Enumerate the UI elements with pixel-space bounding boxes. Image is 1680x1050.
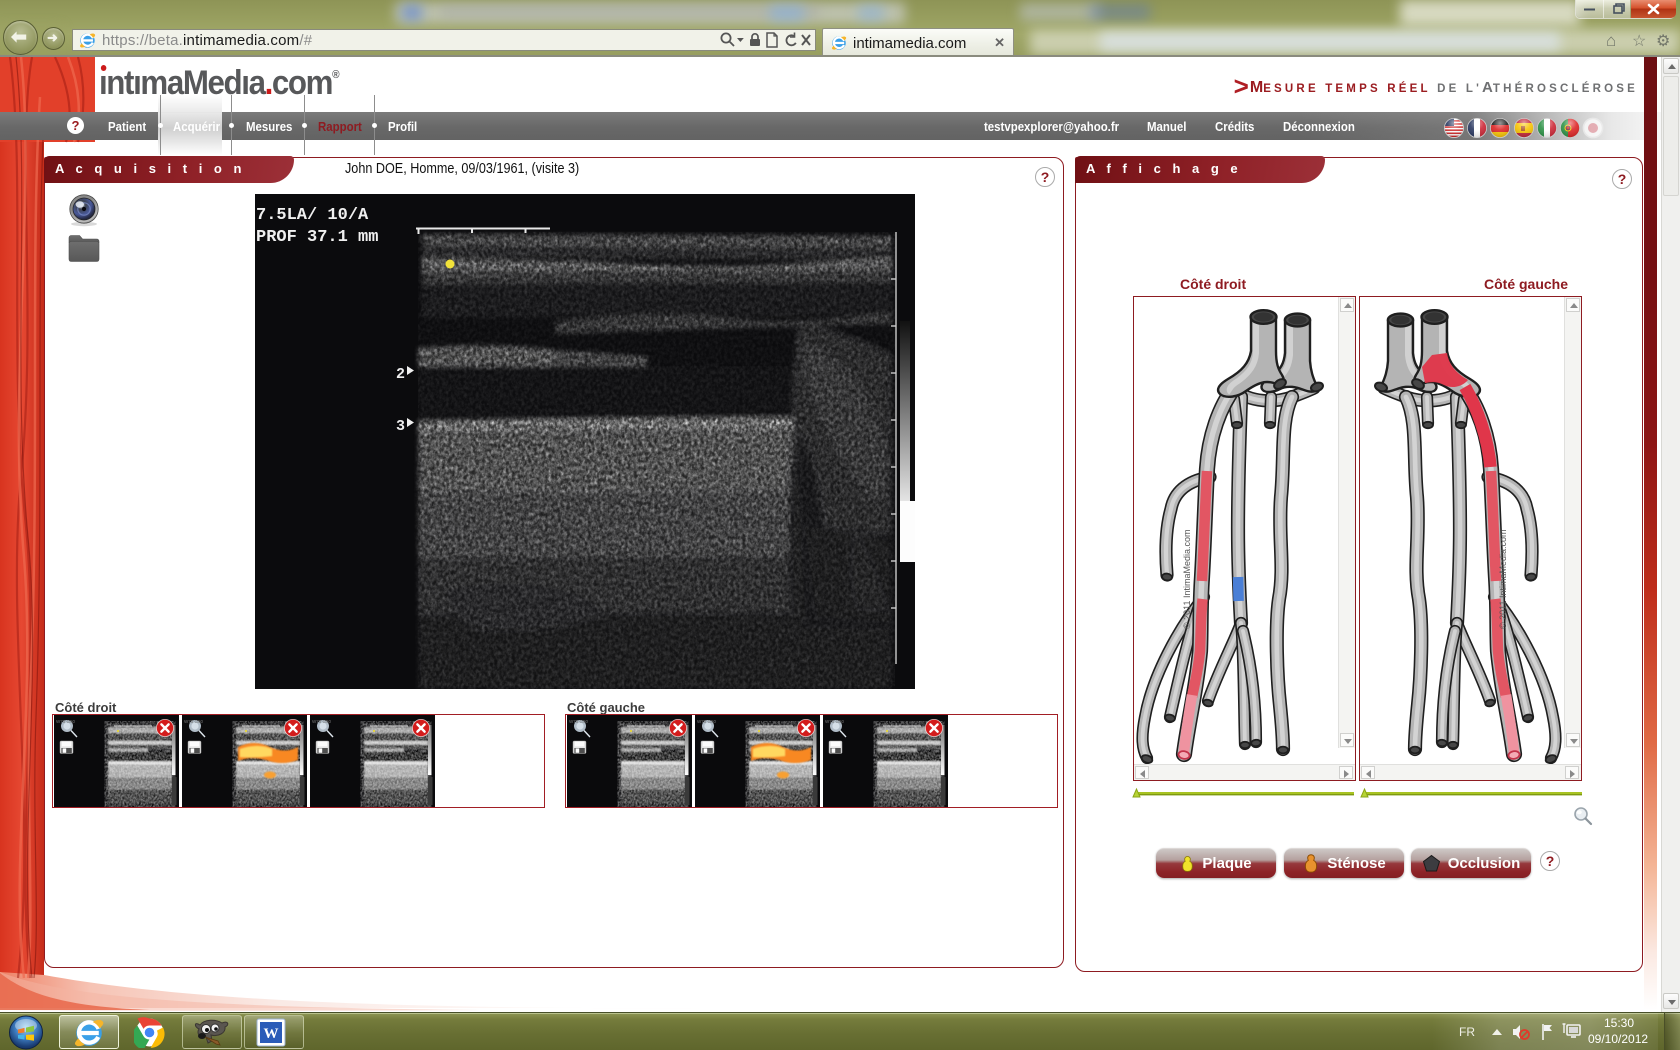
svg-text:W75 G50: W75 G50: [569, 719, 589, 724]
svg-text:W75 G50: W75 G50: [312, 719, 332, 724]
svg-text:© 2011 IntimaMedia.com: © 2011 IntimaMedia.com: [1182, 529, 1192, 629]
svg-text:2: 2: [396, 366, 405, 383]
svg-text:PROF 37.1 mm: PROF 37.1 mm: [256, 228, 378, 247]
svg-text:3: 3: [396, 418, 405, 435]
svg-text:W75 G50: W75 G50: [184, 719, 204, 724]
svg-text:W: W: [264, 1026, 279, 1042]
svg-text:W75 G50: W75 G50: [825, 719, 845, 724]
svg-text:© 2011 IntimaMedia.com: © 2011 IntimaMedia.com: [1498, 529, 1508, 629]
svg-text:W75 G50: W75 G50: [697, 719, 717, 724]
svg-text:7.5LA/ 10/A: 7.5LA/ 10/A: [256, 206, 369, 225]
svg-text:W75 G50: W75 G50: [56, 719, 76, 724]
